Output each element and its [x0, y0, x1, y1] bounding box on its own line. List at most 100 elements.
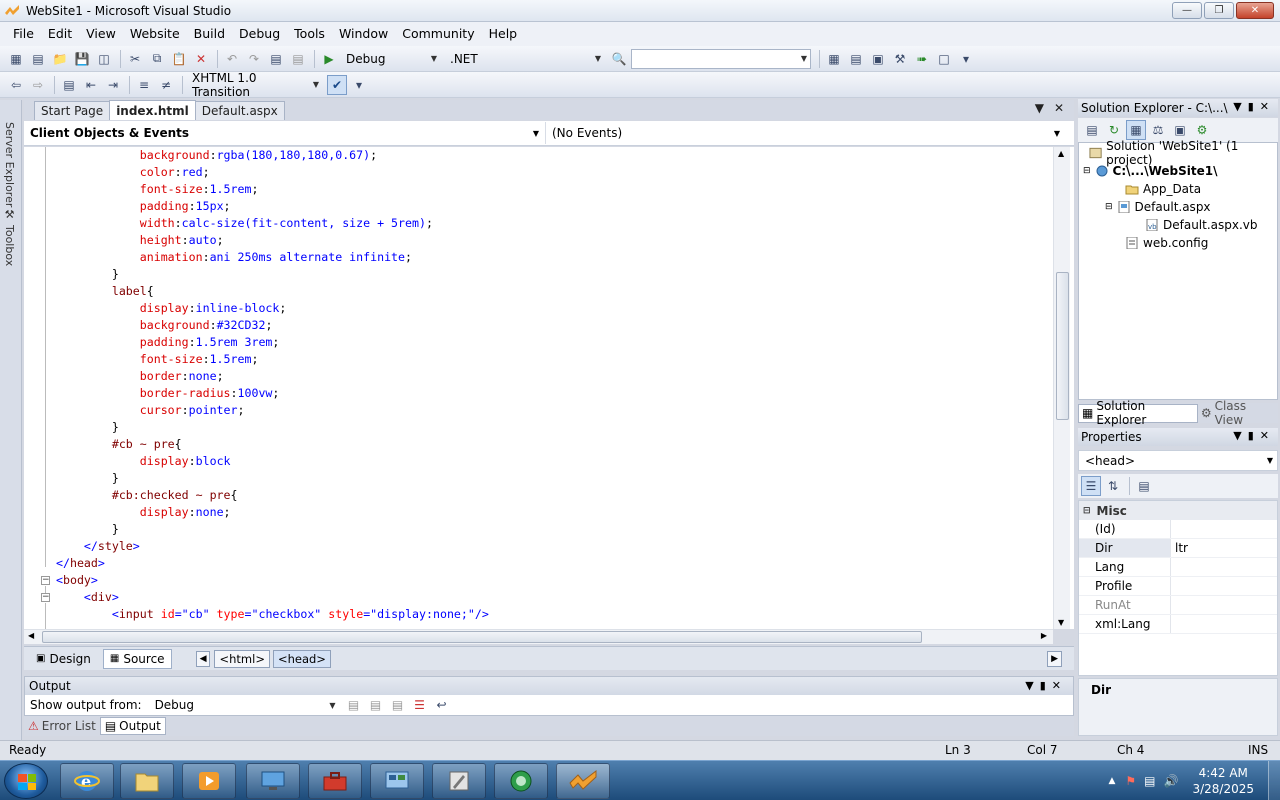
- undo-icon[interactable]: ↶: [222, 49, 242, 69]
- server-explorer-tab[interactable]: Server Explorer: [3, 122, 16, 207]
- crumb-left-icon[interactable]: ◀: [195, 650, 211, 667]
- property-row-id[interactable]: (Id): [1079, 520, 1277, 539]
- events-combo[interactable]: (No Events) ▼: [546, 122, 1066, 144]
- menu-website[interactable]: Website: [123, 23, 187, 45]
- copy-website-icon[interactable]: ⚙: [1192, 120, 1212, 140]
- menu-file[interactable]: File: [6, 23, 41, 45]
- property-value[interactable]: [1171, 558, 1175, 576]
- tag-crumb-html[interactable]: <html>: [214, 649, 270, 668]
- properties-icon[interactable]: ▤: [1082, 120, 1102, 140]
- crumb-right-icon[interactable]: ▶: [1047, 650, 1062, 667]
- property-pages-icon[interactable]: ▤: [1134, 476, 1154, 496]
- properties-icon[interactable]: ▤: [846, 49, 866, 69]
- tree-item-solution[interactable]: Solution 'WebSite1' (1 project): [1089, 139, 1277, 167]
- toolbar-options-icon[interactable]: ▾: [956, 49, 976, 69]
- tab-start-page[interactable]: Start Page: [34, 101, 111, 120]
- redo-icon[interactable]: ↷: [244, 49, 264, 69]
- taskbar-media-center[interactable]: [494, 763, 548, 799]
- taskbar-paint[interactable]: [432, 763, 486, 799]
- outdent-icon[interactable]: ⇤: [81, 75, 101, 95]
- menu-window[interactable]: Window: [332, 23, 395, 45]
- property-category-misc[interactable]: ⊟ Misc: [1079, 501, 1277, 520]
- new-project-icon[interactable]: ▦: [6, 49, 26, 69]
- doctype-combo[interactable]: XHTML 1.0 Transition ▼: [187, 71, 323, 99]
- save-all-icon[interactable]: ◫: [94, 49, 114, 69]
- copy-icon[interactable]: ⧉: [147, 49, 167, 69]
- start-debug-icon[interactable]: ▶: [319, 49, 339, 69]
- tree-item-default-aspx-vb[interactable]: vb Default.aspx.vb: [1145, 216, 1258, 234]
- scroll-thumb[interactable]: [1056, 272, 1069, 420]
- minimize-button[interactable]: —: [1172, 2, 1202, 19]
- menu-help[interactable]: Help: [482, 23, 525, 45]
- editor-horizontal-scrollbar[interactable]: ◀ ▶: [24, 629, 1053, 644]
- categorized-icon[interactable]: ☰: [1081, 476, 1101, 496]
- delete-icon[interactable]: ✕: [191, 49, 211, 69]
- property-row-runat[interactable]: RunAt: [1079, 596, 1277, 615]
- tree-item-default-aspx[interactable]: ⊟ Default.aspx: [1105, 198, 1211, 216]
- collapse-icon[interactable]: −: [41, 576, 50, 585]
- scroll-left-icon[interactable]: ◀: [28, 631, 34, 640]
- solution-explorer-icon[interactable]: ▦: [824, 49, 844, 69]
- add-item-icon[interactable]: ▤: [28, 49, 48, 69]
- start-button[interactable]: [4, 763, 48, 799]
- tag-crumb-head[interactable]: <head>: [272, 649, 331, 668]
- toolbar-options-icon[interactable]: ▾: [349, 75, 369, 95]
- taskbar-internet-explorer[interactable]: e: [60, 763, 114, 799]
- solution-config-combo[interactable]: Debug ▼: [341, 49, 441, 69]
- property-value[interactable]: [1171, 615, 1175, 633]
- clock[interactable]: 4:42 AM 3/28/2025: [1192, 765, 1254, 797]
- properties-object-combo[interactable]: <head> ▼: [1078, 450, 1278, 471]
- tab-error-list[interactable]: ⚠ Error List: [24, 717, 100, 735]
- view-code-icon[interactable]: ⚖: [1148, 120, 1168, 140]
- cut-icon[interactable]: ✂: [125, 49, 145, 69]
- code-editor[interactable]: − − background:rgba(180,180,180,0.67); c…: [24, 147, 1074, 629]
- check-accessibility-icon[interactable]: ✔: [327, 74, 347, 95]
- property-value[interactable]: [1171, 596, 1175, 614]
- taskbar-remote-desktop[interactable]: [246, 763, 300, 799]
- clear-all-icon[interactable]: ☰: [410, 695, 430, 715]
- taskbar-visual-studio[interactable]: [556, 763, 610, 799]
- property-row-lang[interactable]: Lang: [1079, 558, 1277, 577]
- property-value[interactable]: ltr: [1171, 539, 1188, 557]
- word-wrap-icon[interactable]: ↩: [432, 695, 452, 715]
- tree-item-web-config[interactable]: web.config: [1125, 234, 1208, 252]
- restore-button[interactable]: ❐: [1204, 2, 1234, 19]
- property-value[interactable]: [1171, 577, 1175, 595]
- format-document-icon[interactable]: ▤: [59, 75, 79, 95]
- taskbar-media-player[interactable]: [182, 763, 236, 799]
- close-document-icon[interactable]: ✕: [1054, 101, 1064, 115]
- client-objects-combo[interactable]: Client Objects & Events ▼: [24, 122, 546, 144]
- output-window-controls[interactable]: ▼▮✕: [1025, 679, 1067, 692]
- taskbar-control-panel[interactable]: [370, 763, 424, 799]
- scroll-right-icon[interactable]: ▶: [1041, 631, 1047, 640]
- start-page-icon[interactable]: ➠: [912, 49, 932, 69]
- tab-dropdown-icon[interactable]: ▼: [1035, 101, 1044, 115]
- tab-default-aspx[interactable]: Default.aspx: [194, 101, 285, 120]
- navigate-forward-icon[interactable]: ▤: [288, 49, 308, 69]
- scroll-thumb[interactable]: [42, 631, 922, 643]
- menu-tools[interactable]: Tools: [287, 23, 332, 45]
- menu-edit[interactable]: Edit: [41, 23, 79, 45]
- collapse-icon[interactable]: −: [41, 593, 50, 602]
- object-browser-icon[interactable]: ▣: [868, 49, 888, 69]
- collapse-icon[interactable]: ⊟: [1105, 202, 1113, 212]
- alphabetical-icon[interactable]: ⇅: [1103, 476, 1123, 496]
- menu-community[interactable]: Community: [395, 23, 481, 45]
- close-button[interactable]: ✕: [1236, 2, 1274, 19]
- comment-icon[interactable]: ≡: [134, 75, 154, 95]
- tree-item-app-data[interactable]: App_Data: [1125, 180, 1201, 198]
- tab-class-view[interactable]: ⚙ Class View: [1198, 399, 1278, 427]
- taskbar-explorer[interactable]: [120, 763, 174, 799]
- nest-related-files-icon[interactable]: ▦: [1126, 120, 1146, 140]
- previous-view-icon[interactable]: ⇦: [6, 75, 26, 95]
- tab-output[interactable]: ▤ Output: [99, 717, 166, 735]
- property-row-dir[interactable]: Dir ltr: [1079, 539, 1277, 558]
- next-message-icon[interactable]: ▤: [388, 695, 408, 715]
- tree-item-project[interactable]: ⊟ C:\...\WebSite1\: [1083, 162, 1218, 180]
- refresh-icon[interactable]: ↻: [1104, 120, 1124, 140]
- indent-icon[interactable]: ⇥: [103, 75, 123, 95]
- save-icon[interactable]: 💾: [72, 49, 92, 69]
- design-view-tab[interactable]: ▣ Design: [30, 649, 97, 669]
- menu-debug[interactable]: Debug: [232, 23, 287, 45]
- tab-index-html[interactable]: index.html: [109, 100, 196, 120]
